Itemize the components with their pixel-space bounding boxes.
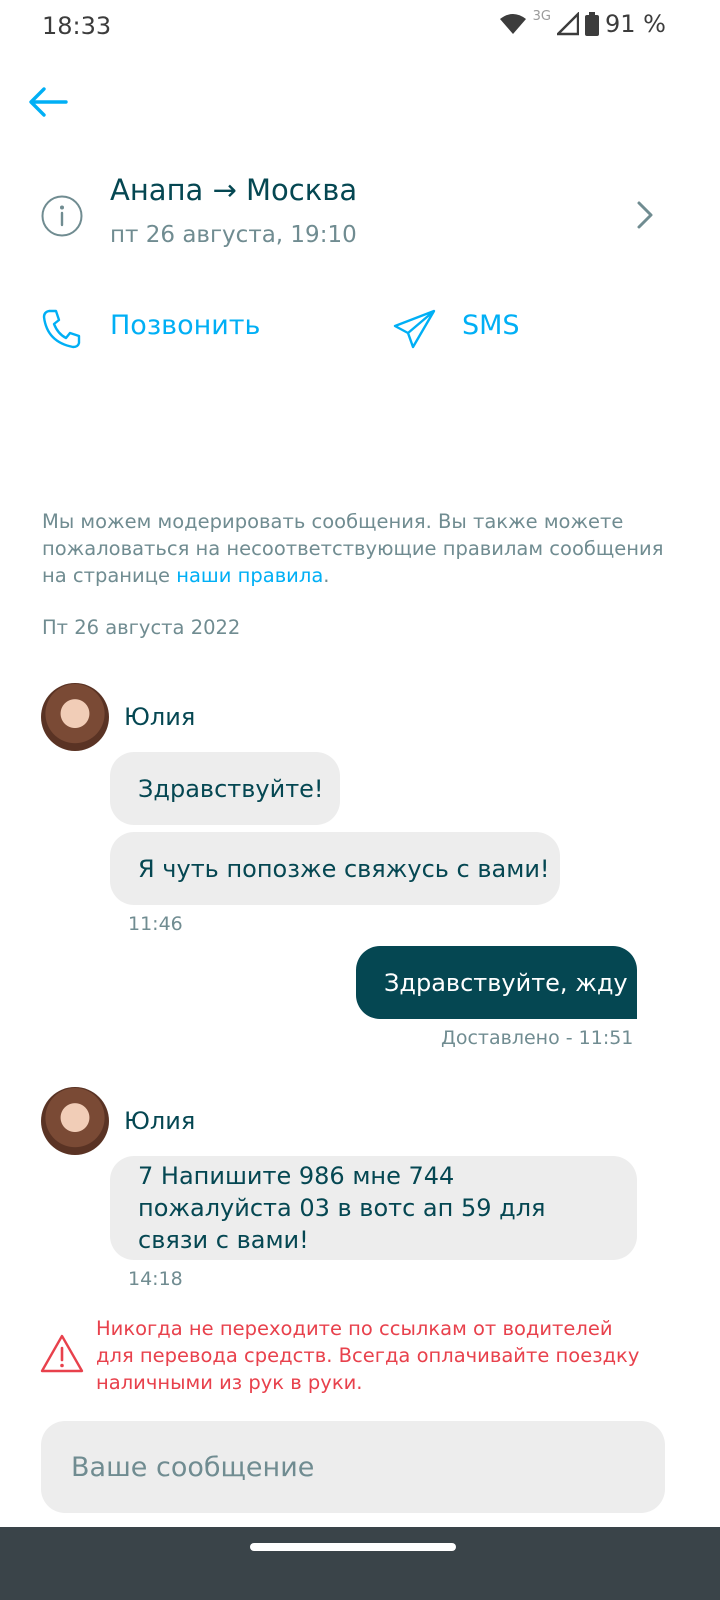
phone-icon bbox=[42, 309, 81, 349]
trip-datetime: пт 26 августа, 19:10 bbox=[110, 222, 357, 248]
message-composer[interactable] bbox=[41, 1421, 665, 1513]
moderation-suffix: . bbox=[323, 564, 330, 587]
system-nav-bar bbox=[0, 1527, 720, 1600]
chevron-right-icon bbox=[637, 201, 653, 229]
message-bubble[interactable]: Я чуть попозже свяжусь с вами! bbox=[110, 832, 560, 905]
message-bubble[interactable]: Здравствуйте! bbox=[110, 752, 340, 825]
message-time: 11:46 bbox=[128, 913, 183, 935]
delivery-status: Доставлено - 11:51 bbox=[441, 1027, 634, 1049]
paper-plane-icon bbox=[393, 309, 436, 349]
arrow-left-icon bbox=[29, 87, 68, 117]
sender-name: Юлия bbox=[124, 1107, 196, 1135]
warning-icon bbox=[40, 1334, 84, 1373]
sender-name: Юлия bbox=[124, 703, 196, 731]
message-time: 14:18 bbox=[128, 1268, 183, 1290]
safety-warning: Никогда не переходите по ссылкам от води… bbox=[96, 1317, 640, 1394]
battery-icon bbox=[585, 12, 600, 36]
battery-percent: 91 % bbox=[605, 10, 666, 38]
network-type-label: 3G bbox=[532, 8, 552, 24]
sms-label: SMS bbox=[462, 310, 520, 341]
rules-link[interactable]: наши правила bbox=[176, 564, 323, 587]
outgoing-message-bubble[interactable]: Здравствуйте, жду bbox=[356, 946, 637, 1019]
message-bubble[interactable]: 7 Напишите 986 мне 744 пожалуйста 03 в в… bbox=[110, 1156, 637, 1260]
moderation-text: Мы можем модерировать сообщения. Вы такж… bbox=[42, 510, 664, 587]
status-indicators: 3G 91 % bbox=[499, 8, 666, 38]
status-time: 18:33 bbox=[42, 12, 112, 40]
moderation-notice: Мы можем модерировать сообщения. Вы такж… bbox=[42, 508, 682, 589]
date-separator: Пт 26 августа 2022 bbox=[42, 616, 241, 639]
message-input[interactable] bbox=[69, 1450, 665, 1484]
info-icon bbox=[41, 195, 83, 237]
wifi-icon bbox=[499, 14, 526, 34]
avatar[interactable] bbox=[41, 1087, 109, 1155]
cell-signal-icon bbox=[557, 12, 580, 36]
call-label: Позвонить bbox=[110, 310, 261, 341]
trip-route: Анапа → Москва bbox=[110, 173, 358, 207]
back-button[interactable] bbox=[24, 78, 72, 126]
avatar[interactable] bbox=[41, 683, 109, 751]
home-gesture-handle[interactable] bbox=[250, 1543, 456, 1551]
